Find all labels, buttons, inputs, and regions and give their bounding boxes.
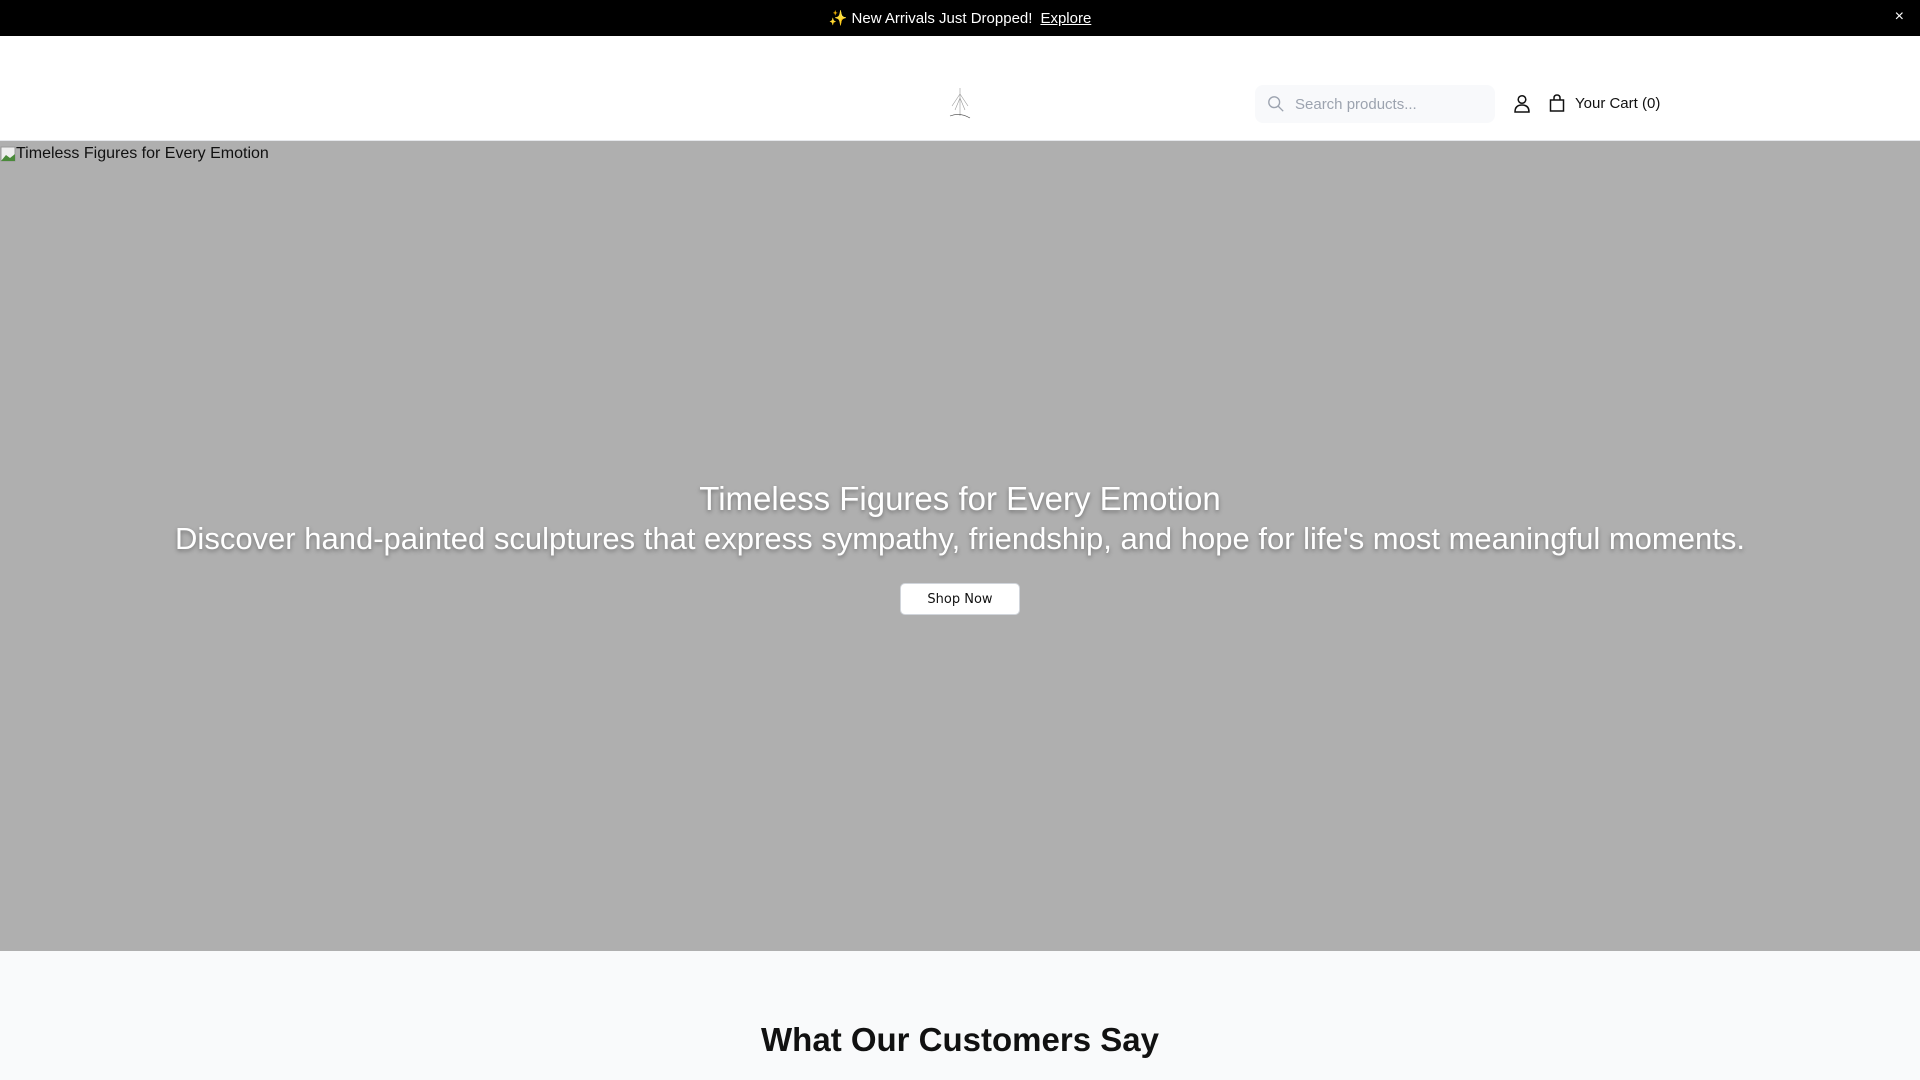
logo[interactable] — [938, 86, 982, 122]
explore-link[interactable]: Explore — [1040, 10, 1091, 27]
announcement-text: ✨ New Arrivals Just Dropped! — [828, 10, 1033, 27]
search-input[interactable] — [1295, 95, 1485, 113]
account-button[interactable] — [1513, 94, 1531, 119]
search-box[interactable] — [1255, 85, 1495, 123]
cart-button[interactable]: Your Cart (0) — [1549, 94, 1660, 112]
hero-content: Timeless Figures for Every Emotion Disco… — [0, 479, 1920, 559]
hero-banner: Timeless Figures for Every Emotion Timel… — [0, 141, 1920, 951]
site-header: Your Cart (0) ExpressionsMother's DayBun… — [0, 36, 1920, 164]
hero-image-alt: Timeless Figures for Every Emotion — [16, 145, 269, 162]
cart-label: Your Cart (0) — [1575, 94, 1661, 112]
broken-image-icon — [0, 146, 16, 162]
tree-icon — [949, 88, 971, 119]
hero-title: Timeless Figures for Every Emotion — [699, 480, 1221, 517]
close-icon[interactable]: × — [1895, 8, 1904, 26]
search-icon — [1268, 96, 1284, 112]
user-icon — [1514, 94, 1530, 113]
shopping-bag-icon — [1549, 94, 1565, 112]
testimonials-section: What Our Customers Say — [0, 951, 1920, 1080]
hero-subtitle: Discover hand-painted sculptures that ex… — [175, 521, 1745, 556]
announcement-bar: ✨ New Arrivals Just Dropped! Explore × — [0, 0, 1920, 36]
shop-now-button[interactable]: Shop Now — [900, 583, 1020, 615]
hero-image-broken: Timeless Figures for Every Emotion — [0, 145, 269, 163]
testimonials-title: What Our Customers Say — [761, 1021, 1159, 1058]
